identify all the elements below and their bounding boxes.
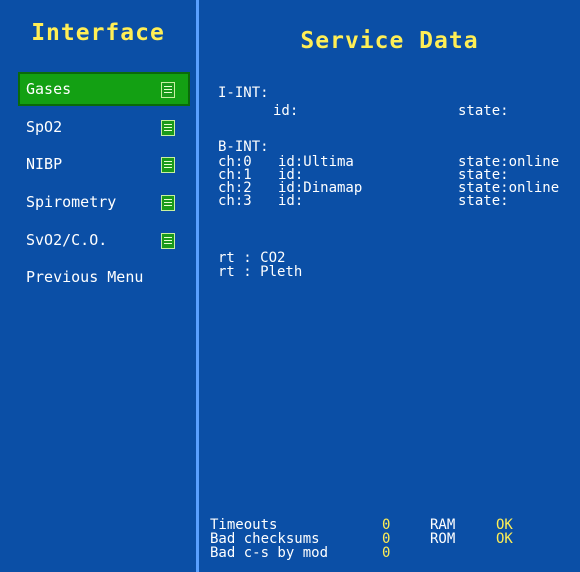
memory-label: RAM [430,517,456,533]
memory-status: OK [496,531,513,547]
document-icon [161,195,175,211]
stat-label: Bad c-s by mod [210,545,329,561]
rt-line: rt : Pleth [218,264,303,280]
document-icon [161,233,175,249]
b-int-header: B-INT: [218,139,269,155]
channel-label: ch:3 [218,193,252,209]
stat-value: 0 [382,545,391,561]
channel-state: state: [458,193,509,209]
document-icon [161,157,175,173]
document-icon [161,82,175,98]
memory-label: ROM [430,531,456,547]
menu-item-label: Spirometry [26,193,117,211]
menu-item-spirometry[interactable]: Spirometry [20,187,188,217]
stat-label: Timeouts [210,517,278,533]
rt-line: rt : CO2 [218,250,286,266]
menu-item-spo2[interactable]: SpO2 [20,112,188,142]
stat-value: 0 [382,531,391,547]
menu-item-label: NIBP [26,155,63,173]
i-int-header: I-INT: [218,85,269,101]
left-panel-title: Interface [31,20,165,46]
panel-divider [196,0,199,572]
monitor-screen: Interface Gases SpO2 NIBP Spirometry SvO… [0,0,580,572]
menu-item-previous-menu[interactable]: Previous Menu [20,262,188,292]
menu-item-label: SpO2 [26,118,63,136]
menu-item-nibp[interactable]: NIBP [20,149,188,179]
channel-id: id: [278,193,304,209]
i-int-state-label: state: [458,103,509,119]
i-int-id-label: id: [273,103,299,119]
menu-item-label: Gases [26,80,72,98]
memory-status: OK [496,517,513,533]
page-title: Service Data [300,28,479,54]
document-icon [161,120,175,136]
menu-item-label: Previous Menu [26,268,144,286]
menu-item-gases[interactable]: Gases [18,72,190,106]
menu-item-label: SvO2/C.O. [26,231,108,249]
stat-label: Bad checksums [210,531,320,547]
stat-value: 0 [382,517,391,533]
menu-item-svo2-co[interactable]: SvO2/C.O. [20,225,188,255]
